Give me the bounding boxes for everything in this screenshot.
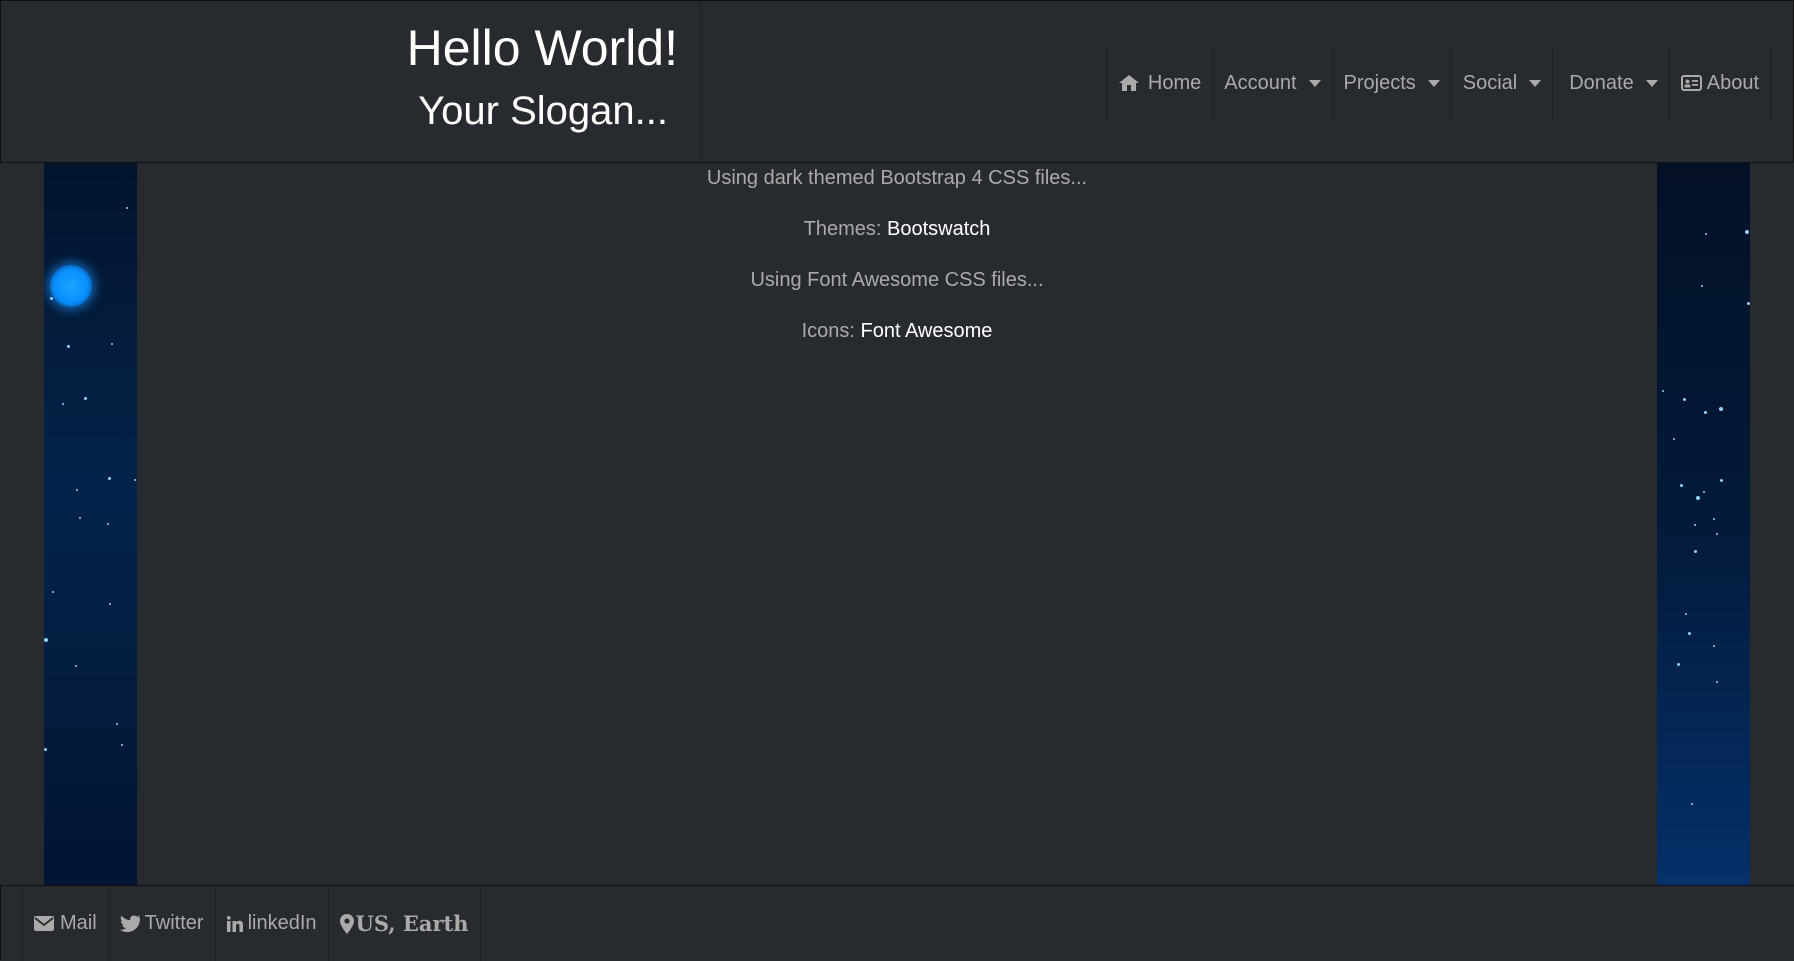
footer-linkedin-label: linkedIn xyxy=(247,912,317,934)
envelope-icon xyxy=(34,916,54,931)
nav-home-label: Home xyxy=(1147,71,1202,94)
home-icon xyxy=(1118,74,1140,92)
themes-line: Themes: Bootswatch xyxy=(137,214,1657,244)
site-slogan: Your Slogan... xyxy=(418,89,668,133)
space-image-right xyxy=(1657,163,1750,885)
site-title: Hello World! xyxy=(406,20,678,76)
footer-linkedin[interactable]: linkedIn xyxy=(214,886,328,961)
nav-account[interactable]: Account xyxy=(1212,47,1331,119)
footer-location-label: US, Earth xyxy=(355,911,469,936)
footer-mail-label: Mail xyxy=(60,912,97,934)
bootstrap-info: Using dark themed Bootstrap 4 CSS files.… xyxy=(706,167,1088,189)
caret-down-icon xyxy=(1308,79,1321,87)
nav-projects[interactable]: Projects xyxy=(1331,47,1451,119)
nav-social-label: Social xyxy=(1462,71,1518,94)
font-awesome-link[interactable]: Font Awesome xyxy=(860,320,992,342)
planet xyxy=(50,265,92,307)
nav-donate[interactable]: Donate xyxy=(1552,47,1669,119)
id-card-icon xyxy=(1680,75,1702,91)
nav-about-label: About xyxy=(1706,71,1759,94)
icons-label: Icons: xyxy=(801,320,855,342)
twitter-icon xyxy=(119,915,140,932)
bootswatch-link[interactable]: Bootswatch xyxy=(887,218,990,240)
nav-projects-label: Projects xyxy=(1343,71,1416,94)
nav-account-label: Account xyxy=(1224,71,1297,94)
footer-location[interactable]: US, Earth xyxy=(327,886,481,961)
site-footer: Mail Twitter linkedIn US, Earth xyxy=(0,885,1794,961)
themes-label: Themes: xyxy=(803,218,882,240)
space-image-left xyxy=(44,163,137,885)
map-marker-icon xyxy=(339,913,354,934)
footer-twitter-label: Twitter xyxy=(144,912,204,934)
linkedin-icon xyxy=(226,915,243,932)
caret-down-icon xyxy=(1427,79,1440,87)
footer-mail[interactable]: Mail xyxy=(22,886,108,961)
footer-nav: Mail Twitter linkedIn US, Earth xyxy=(22,886,481,961)
footer-twitter[interactable]: Twitter xyxy=(107,886,215,961)
caret-down-icon xyxy=(1645,79,1658,87)
site-header: Hello World! Your Slogan... Home Account… xyxy=(0,0,1794,163)
nav-home[interactable]: Home xyxy=(1105,47,1212,119)
brand: Hello World! Your Slogan... xyxy=(1,1,701,162)
nav-about[interactable]: About xyxy=(1668,47,1771,119)
font-awesome-info: Using Font Awesome CSS files... xyxy=(750,269,1044,291)
main-nav: Home Account Projects Social Donate Abou… xyxy=(1105,47,1771,119)
icons-line: Icons: Font Awesome xyxy=(137,316,1657,346)
nav-donate-label: Donate xyxy=(1569,71,1634,94)
nav-social[interactable]: Social xyxy=(1450,47,1552,119)
caret-down-icon xyxy=(1529,79,1542,87)
